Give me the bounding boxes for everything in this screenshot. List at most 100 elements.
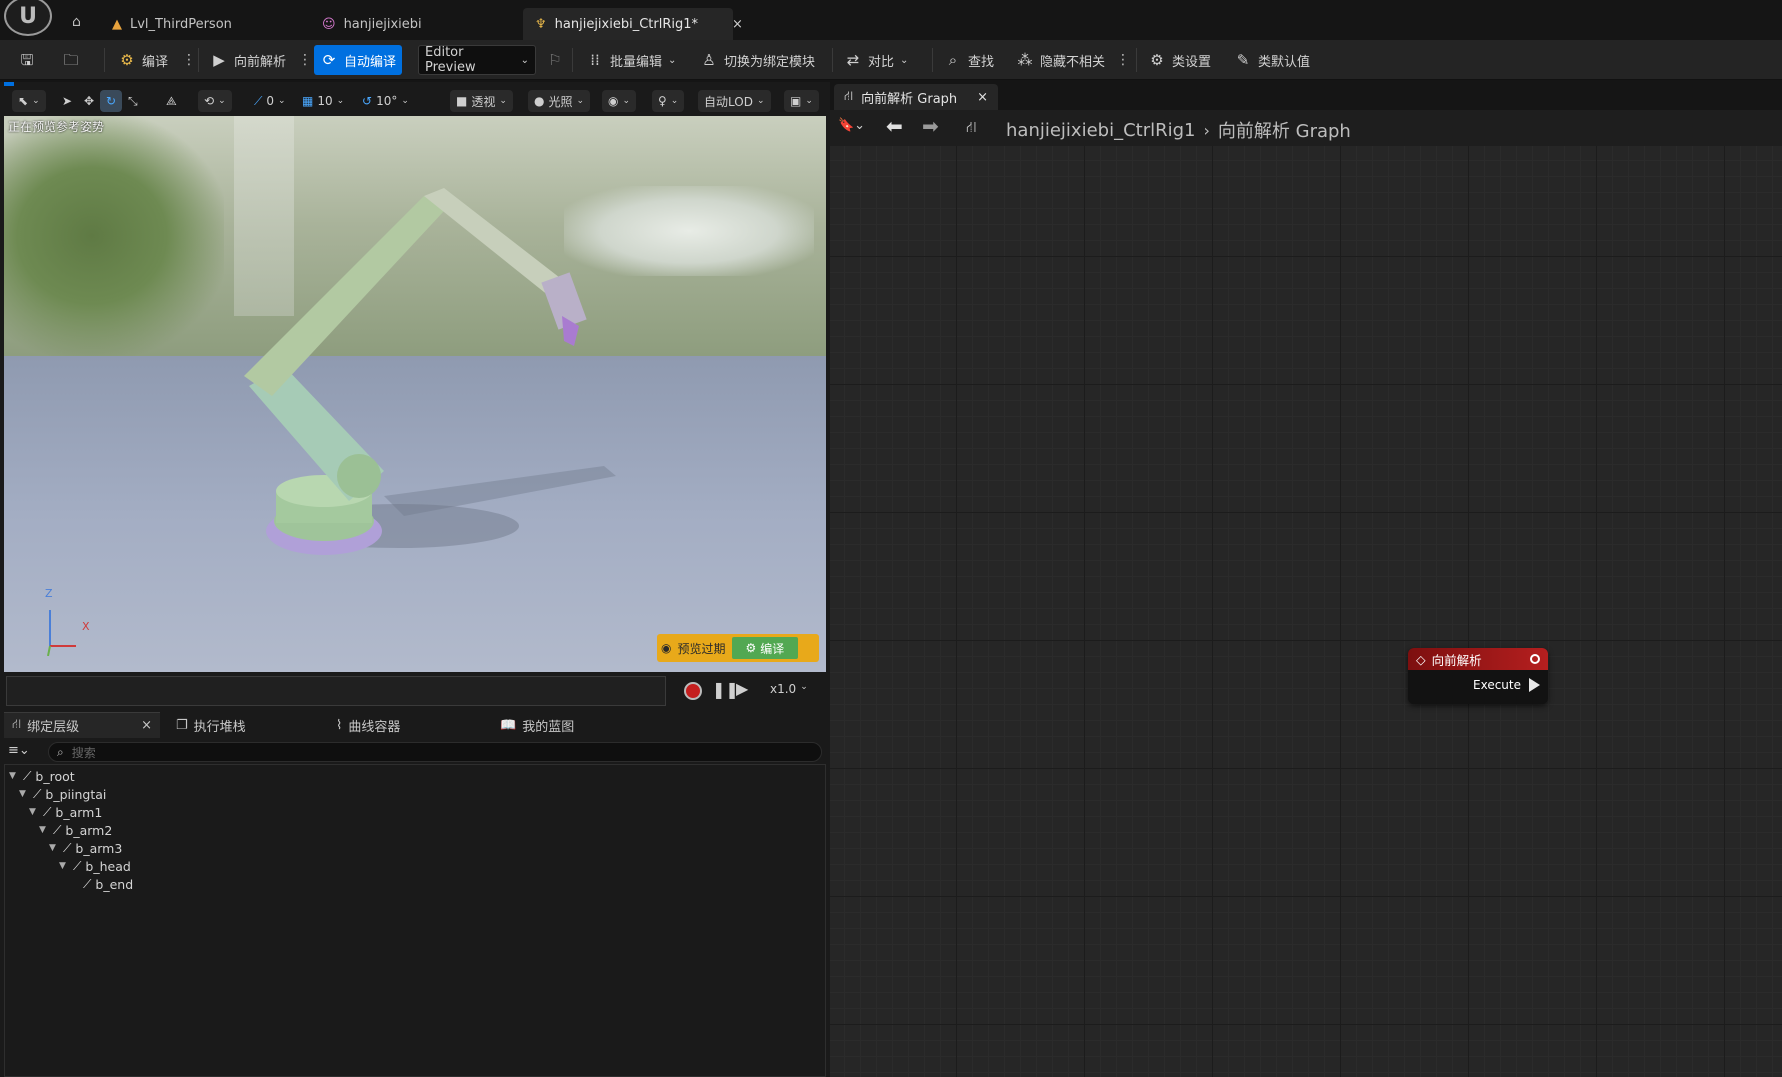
toolbar-divider [1136,48,1137,72]
expand-arrow-icon[interactable]: ▼ [49,843,59,853]
record-button[interactable] [684,682,702,700]
expand-arrow-icon[interactable]: ▼ [39,825,49,835]
diff-label: 对比 [868,54,895,70]
timeline-scrubber[interactable] [6,676,666,706]
exec-pin-icon[interactable] [1529,678,1540,692]
tab-control-rig[interactable]: ♆ hanjiejixiebi_CtrlRig1* × [523,8,743,40]
tab-rig-hierarchy[interactable]: ⛙ 绑定层级 × [4,712,160,738]
filter-dropdown[interactable]: ≡⌄ [8,743,30,758]
select-mode-dropdown[interactable]: ⬉ ⌄ [12,90,46,112]
forward-solve-button[interactable]: ▶ 向前解析 [204,45,292,75]
tree-item-b-arm1[interactable]: ▼ ⟋ b_arm1 [29,803,102,821]
pencil-icon: ✎ [1236,51,1250,69]
tree-item-b-arm2[interactable]: ▼ ⟋ b_arm2 [39,821,112,839]
coordinate-space-button[interactable]: ⟁ [160,90,183,112]
tree-item-b-root[interactable]: ▼ ⟋ b_root [9,767,75,785]
diff-dropdown[interactable]: ⇄ 对比 ⌄ [838,45,914,75]
home-icon[interactable]: ⌂ [72,14,81,30]
forward-solve-node[interactable]: ◇ 向前解析 Execute [1408,648,1548,704]
hide-unrelated-button[interactable]: ⁂ 隐藏不相关 [1010,45,1111,75]
class-settings-button[interactable]: ⚙ 类设置 [1142,45,1217,75]
character-dropdown[interactable]: ♀ ⌄ [652,90,685,112]
expand-arrow-icon[interactable]: ▼ [19,789,29,799]
editor-preview-label: Editor Preview [425,45,476,75]
expand-arrow-icon[interactable]: ▼ [29,807,39,817]
compile-button[interactable]: ⚙ 编译 [112,45,174,75]
select-tool[interactable]: ➤ [56,90,78,112]
browse-button[interactable]: 🗀 [56,45,86,75]
perspective-dropdown[interactable]: ■ 透视 ⌄ [450,90,513,112]
show-dropdown[interactable]: ◉ ⌄ [602,90,637,112]
tree-item-b-piingtai[interactable]: ▼ ⟋ b_piingtai [19,785,106,803]
expand-arrow-icon[interactable]: ▼ [9,771,19,781]
tab-forward-solve-graph[interactable]: ⛙ 向前解析 Graph × [834,84,999,110]
execute-pin[interactable]: Execute [1473,678,1540,692]
hide-unrelated-kebab-icon[interactable]: ⋮ [1116,50,1130,70]
batch-edit-dropdown[interactable]: ⁞⁞ 批量编辑 ⌄ [580,45,682,75]
translate-tool[interactable]: ✥ [78,90,100,112]
layout-icon: ▣ [790,94,802,108]
hierarchy-search-input[interactable]: ⌕ 搜索 [48,742,822,762]
rotate-tool[interactable]: ↻ [100,90,123,112]
toolbar-divider [198,48,199,72]
bookmark-dropdown[interactable]: 🔖⌄ [838,118,865,133]
find-label: 查找 [968,54,995,70]
auto-compile-toggle[interactable]: ⟳ 自动编译 [314,45,403,75]
forward-solve-kebab-icon[interactable]: ⋮ [298,50,312,70]
breadcrumb-asset[interactable]: hanjiejixiebi_CtrlRig1 [1006,120,1196,141]
close-tab-icon[interactable]: × [732,17,743,32]
tree-item-b-head[interactable]: ▼ ⟋ b_head [59,857,131,875]
rotation-snap-icon: ↺ [362,94,373,108]
lighting-label: 光照 [548,94,573,109]
rotation-snap-dropdown[interactable]: ↺ 10° ⌄ [356,90,415,112]
grid-dots-icon: ⁞⁞ [590,51,600,69]
character-icon: ♀ [658,94,667,108]
close-tab-icon[interactable]: × [141,718,152,733]
viewport-layout-dropdown[interactable]: ▣ ⌄ [784,90,819,112]
lod-dropdown[interactable]: 自动LOD ⌄ [698,90,771,112]
grid-snap-value: 10 [317,94,333,108]
delegate-pin[interactable] [1530,654,1540,664]
grid-snap-dropdown[interactable]: ▦ 10 ⌄ [296,90,350,112]
execute-label: Execute [1473,678,1521,692]
save-button[interactable]: 🖫 [12,45,42,75]
tab-level[interactable]: ▲ Lvl_ThirdPerson [100,8,244,40]
snap-icon: ⟋ [254,93,263,108]
step-forward-button[interactable]: ▶ [736,679,748,698]
tab-curve-container[interactable]: ⌇ 曲线容器 [328,712,408,738]
pause-button[interactable]: ❚❚ [712,680,739,699]
rotate-space-dropdown[interactable]: ⟲ ⌄ [198,90,232,112]
hierarchy-search-row: ≡⌄ ⌕ 搜索 [4,740,826,764]
tree-item-b-end[interactable]: ⟋ b_end [69,875,133,893]
viewport[interactable]: 正在预览参考姿势 Z X ◉ 预览过期 ⚙ 编译 [4,116,826,672]
translate-snap-dropdown[interactable]: ⟋ 0 ⌄ [248,90,292,112]
level-icon: ▲ [112,16,122,32]
unreal-logo-icon[interactable]: U [4,0,52,36]
tab-skeleton[interactable]: ☺ hanjiejixiebi [310,8,434,40]
breadcrumb-graph[interactable]: 向前解析 Graph [1218,117,1351,143]
viewport-compile-button[interactable]: ⚙ 编译 [731,637,799,659]
close-tab-icon[interactable]: × [977,90,988,105]
tab-execution-stack[interactable]: ❐ 执行堆栈 [168,712,254,738]
switch-binding-button[interactable]: ♙ 切换为绑定模块 [694,45,821,75]
pointer-icon: ➤ [62,94,73,108]
find-button[interactable]: ⌕ 查找 [938,45,1000,75]
expand-arrow-icon[interactable]: ▼ [59,861,69,871]
graph-canvas[interactable]: ◇ 向前解析 Execute [830,146,1782,1077]
move-icon: ✥ [84,94,95,108]
chevron-down-icon: ⌄ [218,96,226,106]
playback-speed-dropdown[interactable]: x1.0 ⌄ [770,682,808,696]
compile-options-kebab-icon[interactable]: ⋮ [182,50,196,70]
graph-icon: ⛙ [844,88,854,104]
class-defaults-button[interactable]: ✎ 类默认值 [1228,45,1316,75]
event-icon: ◇ [1416,651,1426,667]
tree-item-b-arm3[interactable]: ▼ ⟋ b_arm3 [49,839,122,857]
scale-tool[interactable]: ⤡ [122,90,144,112]
editor-preview-dropdown[interactable]: Editor Preview ⌄ [418,45,536,75]
preview-settings-button[interactable]: ⚐ [540,45,570,75]
back-button[interactable]: ⬅ [886,114,903,138]
viewport-toolbar: ⬉ ⌄ ➤ ✥ ↻ ⤡ ⟁ ⟲ ⌄ ⟋ 0 ⌄ ▦ 10 ⌄ ↺ 10° ⌄ ■ 透… [4,86,826,116]
forward-button[interactable]: ➡ [922,114,939,138]
tab-my-blueprint[interactable]: 📖 我的蓝图 [492,712,582,738]
lighting-dropdown[interactable]: ● 光照 ⌄ [528,90,591,112]
